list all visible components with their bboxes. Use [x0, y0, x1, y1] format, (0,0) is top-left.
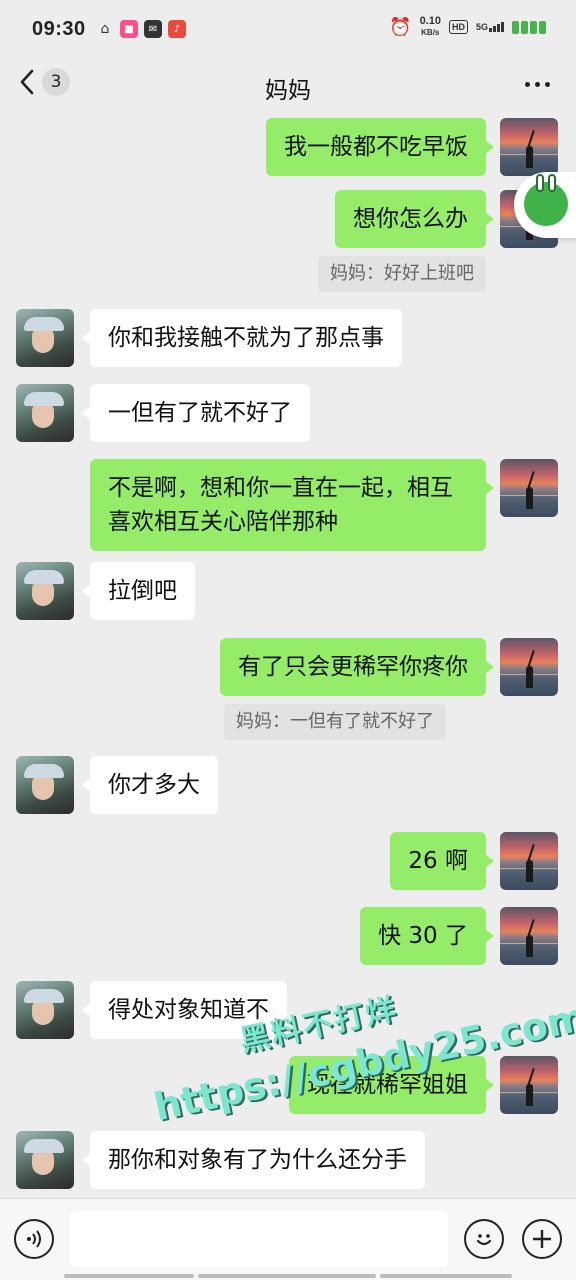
my-avatar[interactable]: [500, 907, 558, 965]
system-indicators: ⏰ 0.10 KB/s HD 5G: [389, 16, 546, 38]
signal-icon: 5G: [476, 22, 504, 32]
contact-avatar[interactable]: [16, 1131, 74, 1189]
contact-avatar[interactable]: [16, 981, 74, 1039]
quoted-message[interactable]: 妈妈：好好上班吧: [318, 256, 486, 292]
received-message-bubble[interactable]: 你才多大: [82, 756, 218, 814]
emoji-button[interactable]: [464, 1219, 504, 1259]
my-avatar[interactable]: [500, 1056, 558, 1114]
net-speed-value: 0.10: [419, 15, 441, 27]
gesture-bar: [64, 1274, 194, 1278]
my-avatar[interactable]: [500, 832, 558, 890]
chat-header: 3 妈妈: [0, 56, 576, 118]
contact-avatar[interactable]: [16, 562, 74, 620]
sent-message-bubble[interactable]: 26 啊: [390, 832, 494, 890]
shopping-app-icon: ■: [120, 20, 138, 38]
message-input[interactable]: [70, 1211, 448, 1267]
quoted-message[interactable]: 妈妈：一但有了就不好了: [224, 704, 446, 740]
contact-avatar[interactable]: [16, 384, 74, 442]
alarm-icon: ⏰: [389, 16, 412, 37]
rabbit-mascot-icon: [524, 182, 568, 226]
sent-message-bubble[interactable]: 我一般都不吃早饭: [266, 118, 494, 176]
network-type: 5G: [475, 22, 488, 32]
more-options-button[interactable]: [525, 82, 550, 87]
bilibili-icon: ⌂: [100, 21, 110, 37]
my-avatar[interactable]: [500, 459, 558, 517]
status-time: 09:30: [32, 18, 86, 40]
received-message-bubble[interactable]: 那你和对象有了为什么还分手: [82, 1131, 425, 1189]
sent-message-bubble[interactable]: 不是啊，想和你一直在一起，相互喜欢相互关心陪伴那种: [90, 459, 494, 551]
chat-title: 妈妈: [265, 78, 311, 104]
notification-icons: ⌂ ■ ✉ ♪: [96, 20, 186, 38]
gesture-bar: [380, 1274, 512, 1278]
net-speed-unit: KB/s: [421, 28, 440, 37]
voice-wave-icon: [27, 1230, 41, 1248]
contact-avatar[interactable]: [16, 756, 74, 814]
message-app-icon: ✉: [144, 20, 162, 38]
contact-avatar[interactable]: [16, 309, 74, 367]
my-avatar[interactable]: [500, 638, 558, 696]
gesture-bar: [198, 1274, 376, 1278]
sent-message-bubble[interactable]: 有了只会更稀罕你疼你: [220, 638, 494, 696]
battery-icon: [512, 20, 546, 34]
audio-app-icon: ♪: [168, 20, 186, 38]
input-bar: [0, 1198, 576, 1280]
received-message-bubble[interactable]: 一但有了就不好了: [82, 384, 310, 442]
my-avatar[interactable]: [500, 118, 558, 176]
hd-badge: HD: [448, 20, 468, 34]
sent-message-bubble[interactable]: 想你怎么办: [335, 190, 494, 248]
plus-icon: [533, 1230, 551, 1248]
more-actions-button[interactable]: [522, 1219, 562, 1259]
sent-message-bubble[interactable]: 快 30 了: [360, 907, 494, 965]
status-bar: 09:30 ⌂ ■ ✉ ♪ ⏰ 0.10 KB/s HD 5G: [0, 0, 576, 56]
net-speed: 0.10 KB/s: [420, 16, 441, 38]
floating-assistant-button[interactable]: [514, 172, 576, 238]
smiley-icon: [476, 1234, 492, 1246]
voice-input-button[interactable]: [14, 1219, 54, 1259]
received-message-bubble[interactable]: 你和我接触不就为了那点事: [82, 309, 402, 367]
received-message-bubble[interactable]: 拉倒吧: [82, 562, 195, 620]
